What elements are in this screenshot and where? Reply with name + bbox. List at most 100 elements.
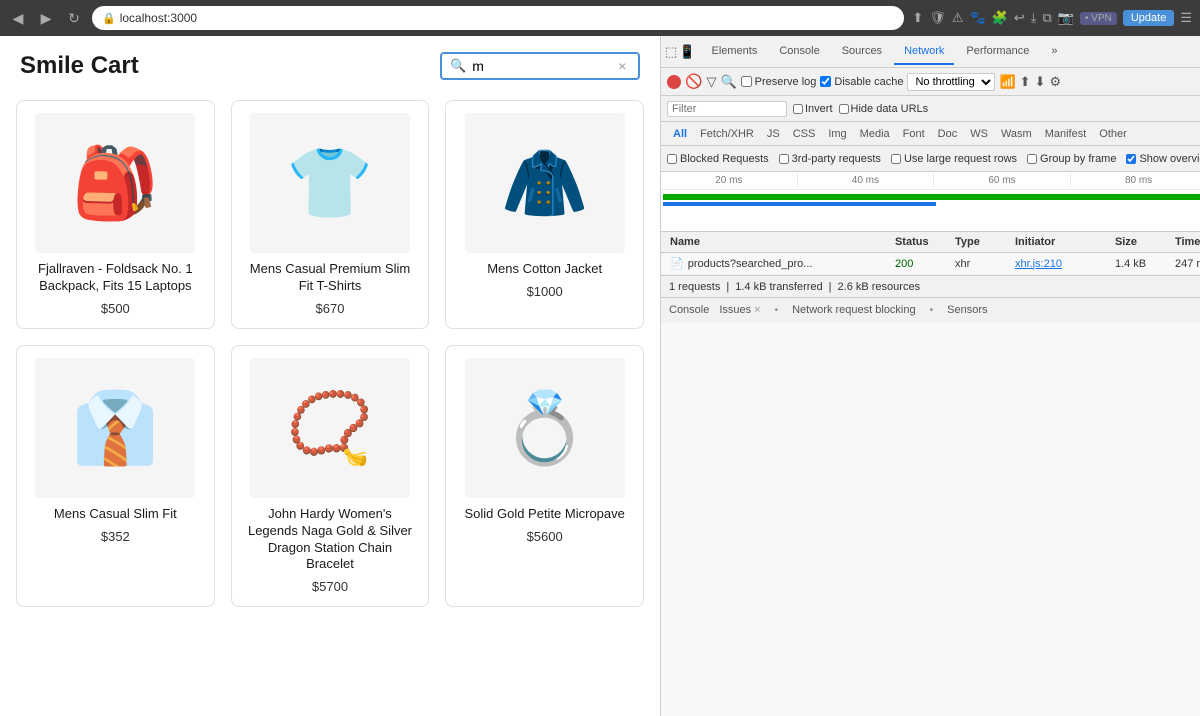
- product-card-2[interactable]: 🧥 Mens Cotton Jacket $1000: [445, 100, 644, 329]
- type-css[interactable]: CSS: [787, 126, 822, 142]
- invert-checkbox[interactable]: [793, 104, 803, 114]
- product-name-4: John Hardy Women's Legends Naga Gold & S…: [244, 506, 417, 574]
- bottom-tab-issues[interactable]: Issues ×: [719, 300, 760, 322]
- invert-label[interactable]: Invert: [793, 103, 833, 115]
- col-name[interactable]: Name: [667, 235, 892, 249]
- clear-log-button[interactable]: 🚫: [685, 73, 702, 90]
- shield-icon[interactable]: 🛡: [929, 10, 946, 26]
- reload-icon[interactable]: ↩: [1014, 10, 1025, 26]
- update-button[interactable]: Update: [1123, 10, 1174, 26]
- filter-icon[interactable]: ▽: [706, 74, 716, 90]
- forward-button[interactable]: ▶: [36, 8, 56, 28]
- tab-network[interactable]: Network: [894, 39, 954, 65]
- devtools-bottom-tabs: Console Issues × • Network request block…: [661, 297, 1200, 323]
- product-card-5[interactable]: 💍 Solid Gold Petite Micropave $5600: [445, 345, 644, 608]
- product-card-1[interactable]: 👕 Mens Casual Premium Slim Fit T-Shirts …: [231, 100, 430, 329]
- group-by-frame-checkbox[interactable]: [1027, 154, 1037, 164]
- use-large-rows-checkbox[interactable]: [891, 154, 901, 164]
- col-size[interactable]: Size: [1112, 235, 1172, 249]
- tab-console[interactable]: Console: [769, 39, 829, 65]
- product-price-3: $352: [101, 529, 130, 544]
- devtools-footer: 1 requests | 1.4 kB transferred | 2.6 kB…: [661, 275, 1200, 297]
- type-font[interactable]: Font: [897, 126, 931, 142]
- warning-icon[interactable]: ⚠: [952, 10, 964, 26]
- type-manifest[interactable]: Manifest: [1039, 126, 1093, 142]
- issues-close-icon[interactable]: ×: [754, 304, 760, 316]
- bottom-tab-network-blocking[interactable]: Network request blocking: [792, 300, 916, 322]
- type-other[interactable]: Other: [1093, 126, 1133, 142]
- type-all[interactable]: All: [667, 126, 693, 142]
- disable-cache-checkbox[interactable]: [820, 76, 831, 87]
- network-settings-icon[interactable]: ⚙: [1049, 74, 1061, 90]
- type-img[interactable]: Img: [822, 126, 852, 142]
- timeline-header: 20 ms 40 ms 60 ms 80 ms 100 ms: [661, 172, 1200, 190]
- devtools-device-icon[interactable]: 📱: [679, 44, 695, 60]
- devtools-inspect-icon[interactable]: ⬚: [665, 44, 677, 60]
- footer-sep2: |: [829, 281, 832, 293]
- tab-more[interactable]: »: [1041, 39, 1067, 65]
- timeline-bar-green: [663, 194, 1200, 200]
- show-overview-label[interactable]: Show overview: [1126, 153, 1200, 165]
- extension-icon[interactable]: 🐾: [970, 10, 986, 26]
- col-status[interactable]: Status: [892, 235, 952, 249]
- hide-data-urls-checkbox[interactable]: [839, 104, 849, 114]
- type-ws[interactable]: WS: [964, 126, 994, 142]
- record-button[interactable]: [667, 75, 681, 89]
- puzzle-icon[interactable]: 🧩: [992, 10, 1008, 26]
- third-party-label[interactable]: 3rd-party requests: [779, 153, 881, 165]
- throttle-select[interactable]: No throttling: [907, 73, 995, 91]
- type-js[interactable]: JS: [761, 126, 786, 142]
- blocked-requests-label[interactable]: Blocked Requests: [667, 153, 769, 165]
- col-time[interactable]: Time: [1172, 235, 1200, 249]
- tab-elements[interactable]: Elements: [701, 39, 767, 65]
- table-row[interactable]: 📄 products?searched_pro... 200 xhr xhr.j…: [661, 253, 1200, 275]
- export-icon[interactable]: ⬇: [1035, 74, 1046, 90]
- third-party-checkbox[interactable]: [779, 154, 789, 164]
- refresh-button[interactable]: ↻: [64, 8, 84, 28]
- show-overview-checkbox[interactable]: [1126, 154, 1136, 164]
- product-card-4[interactable]: 📿 John Hardy Women's Legends Naga Gold &…: [231, 345, 430, 608]
- tab-sources[interactable]: Sources: [832, 39, 892, 65]
- col-type[interactable]: Type: [952, 235, 1012, 249]
- app-title: Smile Cart: [20, 52, 139, 80]
- product-card-0[interactable]: 🎒 Fjallraven - Foldsack No. 1 Backpack, …: [16, 100, 215, 329]
- type-fetch-xhr[interactable]: Fetch/XHR: [694, 126, 760, 142]
- product-image-1: 👕: [250, 113, 410, 253]
- product-image-5: 💍: [465, 358, 625, 498]
- preserve-log-checkbox[interactable]: [741, 76, 752, 87]
- type-filter-row: All Fetch/XHR JS CSS Img Media Font Doc …: [661, 122, 1200, 146]
- multiwindow-icon[interactable]: ⧉: [1043, 10, 1052, 26]
- disable-cache-checkbox-group[interactable]: Disable cache: [820, 76, 903, 88]
- address-bar[interactable]: 🔒 localhost:3000: [92, 6, 904, 30]
- devtools-panel: ⬚ 📱 Elements Console Sources Network Per…: [660, 36, 1200, 716]
- blocked-requests-checkbox[interactable]: [667, 154, 677, 164]
- vpn-badge[interactable]: • VPN: [1080, 12, 1117, 25]
- preserve-log-checkbox-group[interactable]: Preserve log: [741, 76, 817, 88]
- filter-input[interactable]: [667, 101, 787, 117]
- search-clear-button[interactable]: ×: [618, 58, 626, 74]
- use-large-rows-label[interactable]: Use large request rows: [891, 153, 1017, 165]
- web-app: Smile Cart 🔍 × 🎒 Fjallraven - Foldsack N…: [0, 36, 660, 716]
- bottom-tab-console[interactable]: Console: [669, 300, 709, 322]
- import-icon[interactable]: ⬆: [1020, 74, 1031, 90]
- search-network-icon[interactable]: 🔍: [720, 74, 736, 90]
- share-icon[interactable]: ⬆: [912, 10, 923, 26]
- type-wasm[interactable]: Wasm: [995, 126, 1038, 142]
- group-by-frame-label[interactable]: Group by frame: [1027, 153, 1116, 165]
- camera-icon[interactable]: 📷: [1058, 10, 1074, 26]
- type-doc[interactable]: Doc: [932, 126, 964, 142]
- menu-icon[interactable]: ☰: [1180, 10, 1192, 26]
- download-icon[interactable]: ⤓: [1031, 10, 1037, 26]
- product-name-5: Solid Gold Petite Micropave: [464, 506, 624, 523]
- product-card-3[interactable]: 👔 Mens Casual Slim Fit $352: [16, 345, 215, 608]
- request-status-0: 200: [892, 257, 952, 271]
- search-input[interactable]: [472, 58, 612, 74]
- hide-data-urls-label[interactable]: Hide data URLs: [839, 103, 929, 115]
- bottom-tab-sensors[interactable]: Sensors: [947, 300, 987, 322]
- col-initiator[interactable]: Initiator: [1012, 235, 1112, 249]
- search-box[interactable]: 🔍 ×: [440, 52, 640, 80]
- type-media[interactable]: Media: [854, 126, 896, 142]
- product-price-2: $1000: [527, 284, 563, 299]
- tab-performance[interactable]: Performance: [956, 39, 1039, 65]
- back-button[interactable]: ◀: [8, 8, 28, 28]
